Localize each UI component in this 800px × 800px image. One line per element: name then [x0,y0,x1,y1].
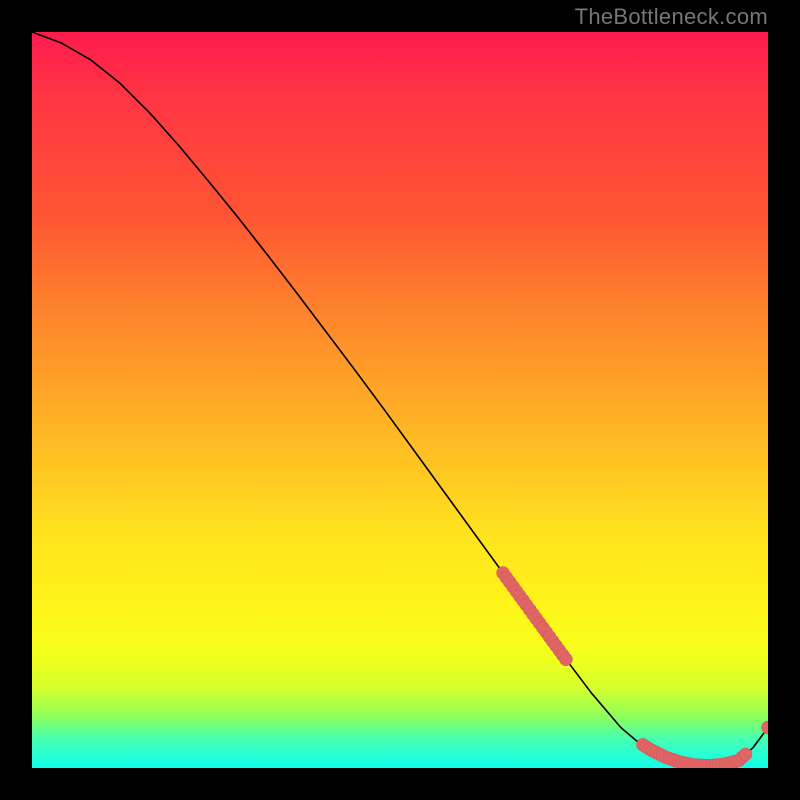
bottleneck-curve-path [32,32,768,766]
end-dot [762,721,769,734]
curve-overlay [32,32,768,768]
chart-frame: TheBottleneck.com [0,0,800,800]
cluster-right-dot [739,748,752,761]
watermark-text: TheBottleneck.com [575,4,768,30]
plot-area [32,32,768,768]
cluster-left-dot [559,653,572,666]
